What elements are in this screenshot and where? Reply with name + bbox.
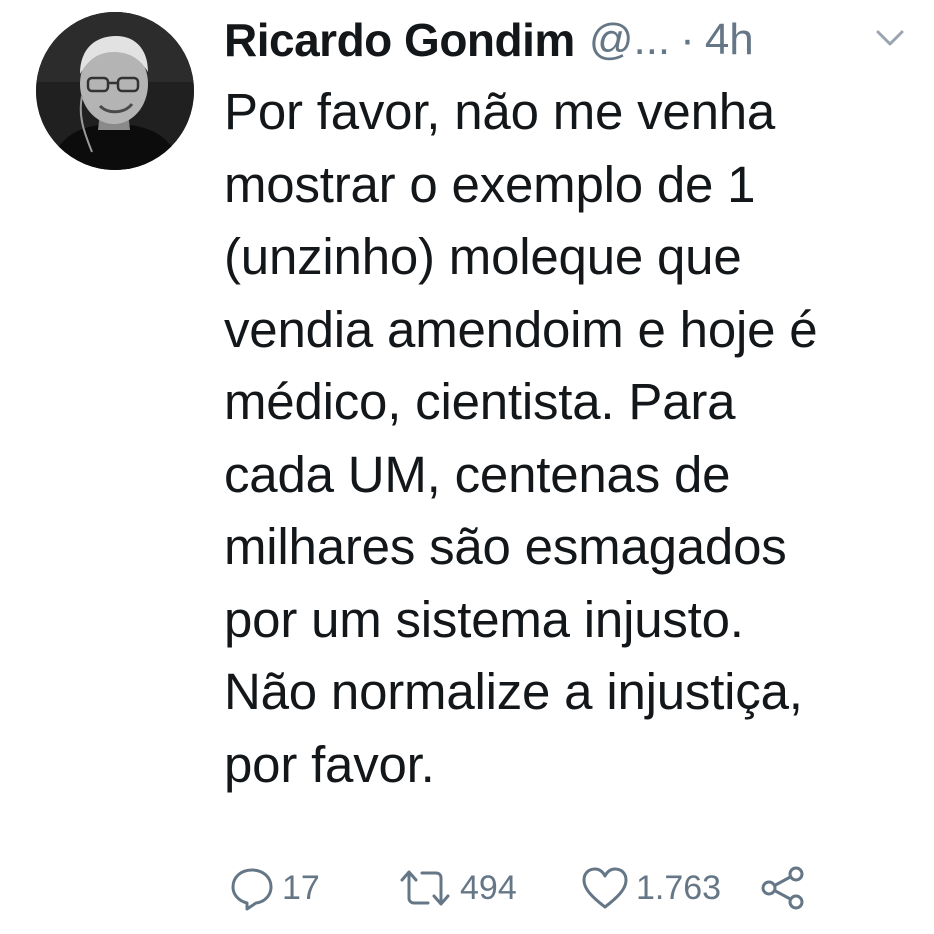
retweet-icon: [396, 864, 454, 912]
author-name[interactable]: Ricardo Gondim: [224, 13, 575, 67]
share-icon: [758, 864, 808, 912]
reply-count: 17: [282, 868, 320, 907]
author-handle[interactable]: @...: [589, 15, 670, 65]
like-button[interactable]: 1.763: [580, 858, 721, 918]
share-button[interactable]: [758, 858, 808, 918]
retweet-count: 494: [460, 868, 517, 907]
tweet-actions: 17 494 1.763: [224, 858, 824, 918]
reply-icon: [228, 864, 276, 912]
separator-dot: ·: [680, 15, 695, 64]
like-count: 1.763: [636, 868, 722, 907]
tweet-timestamp[interactable]: 4h: [705, 15, 754, 65]
tweet-header: Ricardo Gondim @... · 4h: [224, 8, 914, 72]
tweet-text: Por favor, não me venha mostrar o exempl…: [224, 83, 818, 793]
chevron-down-icon[interactable]: [872, 20, 908, 56]
reply-button[interactable]: 17: [228, 858, 320, 918]
tweet: Ricardo Gondim @... · 4h Por favor, não …: [0, 0, 934, 934]
avatar[interactable]: [36, 12, 194, 170]
retweet-button[interactable]: 494: [396, 858, 517, 918]
heart-icon: [580, 864, 630, 912]
avatar-image: [36, 12, 194, 170]
